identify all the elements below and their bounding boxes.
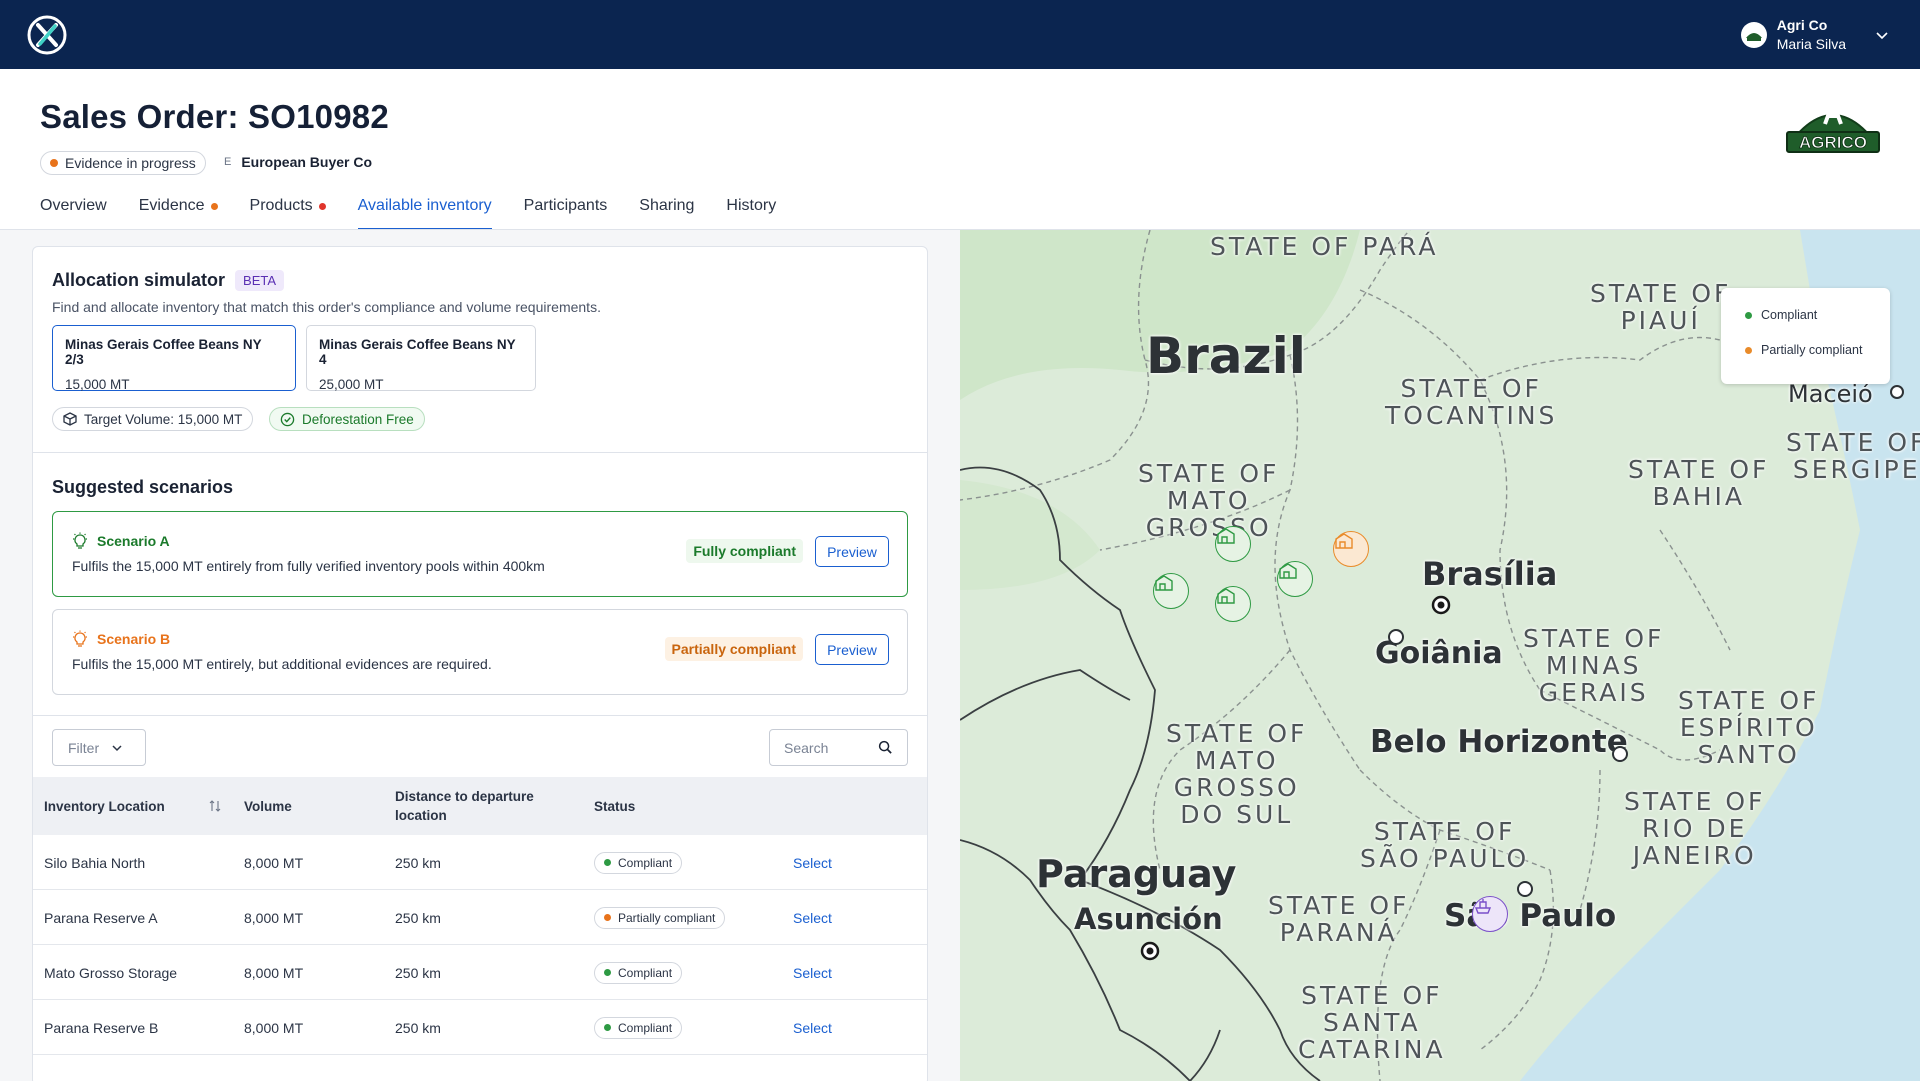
inventory-marker[interactable] <box>1215 586 1251 622</box>
column-header-distance: Distance to departure location <box>395 789 534 823</box>
app-logo-icon[interactable] <box>26 14 68 56</box>
buyer-name: European Buyer Co <box>241 154 373 170</box>
search-input[interactable]: Search <box>769 729 908 766</box>
status-dot-icon <box>604 859 611 866</box>
suggested-title: Suggested scenarios <box>52 477 234 497</box>
preview-button[interactable]: Preview <box>815 536 889 567</box>
tab-participants[interactable]: Participants <box>524 186 608 230</box>
divider <box>33 715 927 716</box>
sort-icon[interactable] <box>209 799 221 813</box>
status-badge: Compliant <box>594 961 683 984</box>
search-icon[interactable] <box>878 740 893 755</box>
status-dot-icon <box>50 159 58 167</box>
notification-dot-icon <box>210 203 218 210</box>
status-badge: Compliant <box>594 851 683 874</box>
org-avatar-icon <box>1740 22 1767 48</box>
table-row: Mato Grosso Storage 8,000 MT 250 km Comp… <box>33 945 927 1000</box>
scenario-card: Scenario A Fulfils the 15,000 MT entirel… <box>52 511 908 597</box>
inventory-marker[interactable] <box>1215 526 1251 562</box>
allocation-card: Allocation simulator BETA Find and alloc… <box>32 246 928 1081</box>
status-badge: Evidence in progress <box>40 151 206 175</box>
user-name: Maria Silva <box>1776 36 1846 52</box>
compliance-tag: Fully compliant <box>686 539 803 563</box>
table-row: Silo Bahia North 8,000 MT 250 km Complia… <box>33 835 927 890</box>
buyer-initial: E <box>224 156 232 168</box>
chevron-down-icon[interactable] <box>1874 27 1890 43</box>
divider <box>33 452 927 453</box>
tab-evidence[interactable]: Evidence <box>139 186 218 230</box>
warehouse-icon <box>1279 563 1297 579</box>
box-icon <box>63 412 77 426</box>
product-card[interactable]: Minas Gerais Coffee Beans NY 2/3 15,000 … <box>52 325 296 392</box>
select-link[interactable]: Select <box>793 890 832 945</box>
column-header-volume: Volume <box>244 798 292 814</box>
status-dot-icon <box>604 914 611 921</box>
deforestation-chip: Deforestation Free <box>269 407 425 431</box>
tab-available-inventory[interactable]: Available inventory <box>357 186 492 230</box>
legend-dot-icon <box>1745 346 1752 354</box>
warehouse-icon <box>1217 588 1235 604</box>
table-row: Parana Reserve A 8,000 MT 250 km Partial… <box>33 890 927 945</box>
chevron-down-icon <box>112 744 122 751</box>
warehouse-icon <box>1217 528 1235 544</box>
warehouse-icon <box>1335 533 1353 549</box>
product-card[interactable]: Minas Gerais Coffee Beans NY 4 25,000 MT <box>306 325 536 392</box>
inventory-marker[interactable] <box>1333 531 1369 567</box>
table-header: Inventory Location Volume Distance to de… <box>33 777 927 835</box>
simulator-description: Find and allocate inventory that match t… <box>52 299 601 315</box>
page-title: Sales Order: SO10982 <box>40 98 389 135</box>
select-link[interactable]: Select <box>793 1000 832 1055</box>
select-link[interactable]: Select <box>793 835 832 890</box>
preview-button[interactable]: Preview <box>815 634 889 665</box>
compliance-tag: Partially compliant <box>664 637 803 661</box>
column-header-status: Status <box>594 798 636 814</box>
status-dot-icon <box>604 969 611 976</box>
filter-dropdown[interactable]: Filter <box>52 729 146 766</box>
inventory-marker[interactable] <box>1277 561 1313 597</box>
simulator-title: Allocation simulator BETA <box>52 270 285 291</box>
port-marker[interactable] <box>1472 896 1508 932</box>
tab-bar: Overview Evidence Products Available inv… <box>40 186 776 230</box>
account-menu[interactable]: Agri Co Maria Silva <box>1740 16 1890 54</box>
brand-logo-text: AGRICO <box>1799 133 1867 152</box>
lightbulb-icon <box>73 630 87 647</box>
lightbulb-icon <box>73 532 87 549</box>
agrico-logo-icon: AGRICO <box>1786 96 1880 153</box>
legend-dot-icon <box>1745 311 1752 319</box>
status-dot-icon <box>604 1024 611 1031</box>
map-legend: Compliant Partially compliant <box>1721 288 1890 384</box>
tab-sharing[interactable]: Sharing <box>639 186 694 230</box>
status-badge: Compliant <box>594 1016 683 1039</box>
select-link[interactable]: Select <box>793 945 832 1000</box>
status-badge: Partially compliant <box>594 906 726 929</box>
beta-badge: BETA <box>235 270 285 291</box>
buyer: E European Buyer Co <box>224 154 372 170</box>
check-circle-icon <box>280 412 295 426</box>
status-label: Evidence in progress <box>65 155 196 171</box>
notification-dot-icon <box>318 203 326 210</box>
ship-icon <box>1474 899 1492 914</box>
table-row: Parana Reserve B 8,000 MT 250 km Complia… <box>33 1000 927 1055</box>
top-bar: Agri Co Maria Silva <box>0 0 1920 69</box>
scenario-card: Scenario B Fulfils the 15,000 MT entirel… <box>52 609 908 695</box>
tab-overview[interactable]: Overview <box>40 186 107 230</box>
inventory-marker[interactable] <box>1153 573 1189 609</box>
column-header-location[interactable]: Inventory Location <box>44 777 224 835</box>
tab-history[interactable]: History <box>726 186 776 230</box>
target-volume-chip: Target Volume: 15,000 MT <box>52 407 254 431</box>
tab-products[interactable]: Products <box>250 186 326 230</box>
org-name: Agri Co <box>1776 17 1828 33</box>
warehouse-icon <box>1155 575 1173 591</box>
